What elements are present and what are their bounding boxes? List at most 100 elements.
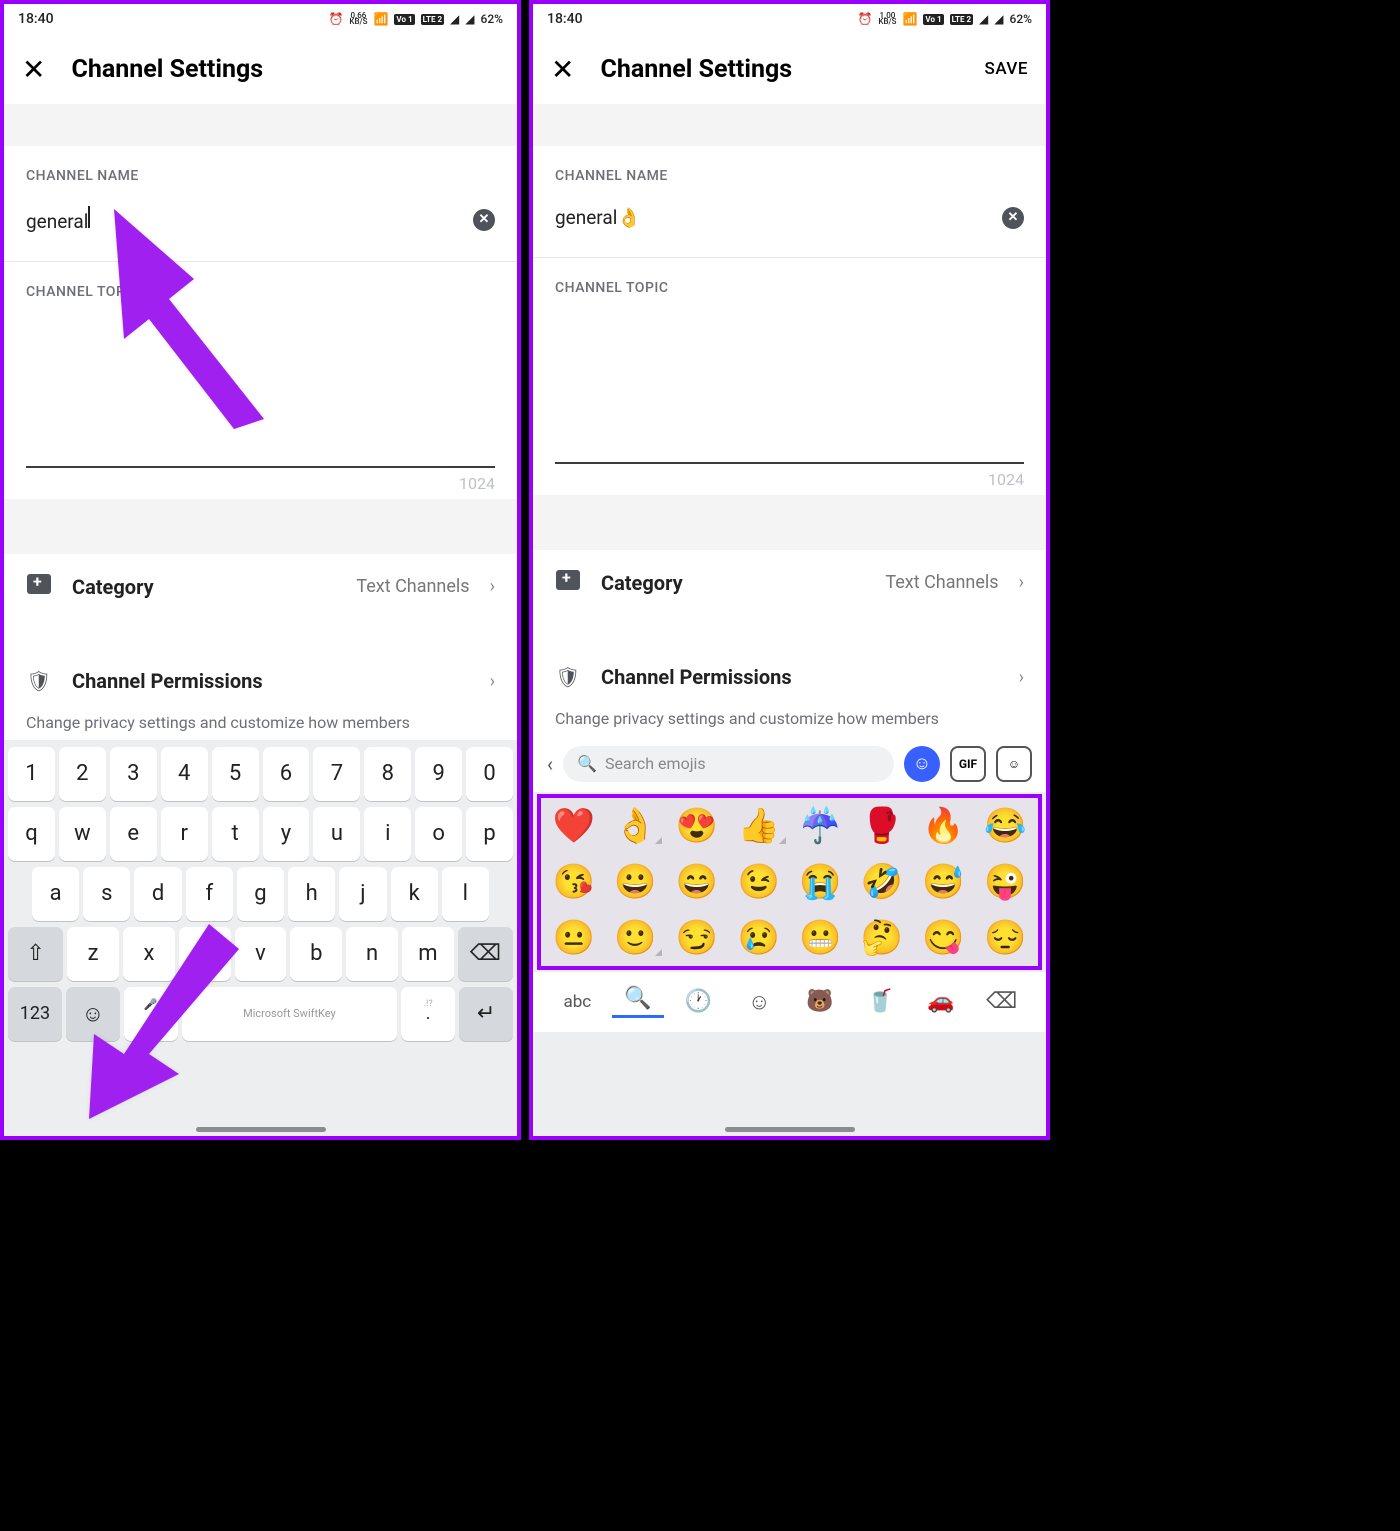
key-l[interactable]: l xyxy=(442,867,489,921)
key-3[interactable]: 3 xyxy=(110,747,157,801)
emoji-10[interactable]: 😄 xyxy=(668,862,726,902)
emoji-15[interactable]: 😜 xyxy=(976,862,1034,902)
spacebar-key[interactable]: Microsoft SwiftKey xyxy=(182,987,398,1041)
emoji-tab-smiley[interactable]: ☺ xyxy=(904,746,940,782)
emoji-13[interactable]: 🤣 xyxy=(853,862,911,902)
emoji-0[interactable]: ❤️ xyxy=(545,806,603,846)
key-5[interactable]: 5 xyxy=(212,747,259,801)
channel-name-input[interactable]: general xyxy=(26,206,463,233)
key-b[interactable]: b xyxy=(290,927,342,981)
nav-handle[interactable] xyxy=(196,1127,326,1132)
emoji-key[interactable]: ☺ xyxy=(66,987,120,1041)
emoji-2[interactable]: 😍 xyxy=(668,806,726,846)
key-u[interactable]: u xyxy=(313,807,360,861)
key-x[interactable]: x xyxy=(123,927,175,981)
key-z[interactable]: z xyxy=(67,927,119,981)
emoji-23[interactable]: 😔 xyxy=(976,918,1034,958)
channel-name-input[interactable]: general👌 xyxy=(555,206,992,229)
permissions-row[interactable]: 🛡 Channel Permissions › xyxy=(533,645,1046,709)
key-q[interactable]: q xyxy=(8,807,55,861)
key-a[interactable]: a xyxy=(32,867,79,921)
key-h[interactable]: h xyxy=(288,867,335,921)
gif-tab[interactable]: GIF xyxy=(950,746,986,782)
key-m[interactable]: m xyxy=(402,927,454,981)
key-f[interactable]: f xyxy=(186,867,233,921)
emoji-20[interactable]: 😬 xyxy=(792,918,850,958)
emoji-21[interactable]: 🤔 xyxy=(853,918,911,958)
clear-icon[interactable]: ✕ xyxy=(1002,207,1024,229)
key-j[interactable]: j xyxy=(339,867,386,921)
key-n[interactable]: n xyxy=(346,927,398,981)
search-cat-icon[interactable]: 🔍 xyxy=(612,986,665,1018)
close-icon[interactable]: ✕ xyxy=(551,53,574,86)
emoji-18[interactable]: 😏 xyxy=(668,918,726,958)
signal-icon: ◢ xyxy=(450,12,459,26)
save-button[interactable]: SAVE xyxy=(985,59,1028,79)
backspace-icon[interactable]: ⌫ xyxy=(975,989,1028,1014)
emoji-12[interactable]: 😭 xyxy=(792,862,850,902)
key-e[interactable]: e xyxy=(110,807,157,861)
category-row[interactable]: Category Text Channels › xyxy=(4,554,517,619)
animal-cat-icon[interactable]: 🐻 xyxy=(794,989,847,1014)
key-s[interactable]: s xyxy=(83,867,130,921)
permissions-subtext: Change privacy settings and customize ho… xyxy=(4,713,517,740)
key-2[interactable]: 2 xyxy=(59,747,106,801)
key-4[interactable]: 4 xyxy=(161,747,208,801)
recent-cat-icon[interactable]: 🕐 xyxy=(672,989,725,1014)
emoji-back-icon[interactable]: ‹ xyxy=(547,752,553,776)
key-k[interactable]: k xyxy=(391,867,438,921)
emoji-9[interactable]: 😀 xyxy=(607,862,665,902)
sticker-tab[interactable]: ☺ xyxy=(996,746,1032,782)
permissions-row[interactable]: 🛡 Channel Permissions › xyxy=(4,649,517,713)
key-p[interactable]: p xyxy=(466,807,513,861)
travel-cat-icon[interactable]: 🚗 xyxy=(915,989,968,1014)
emoji-search-input[interactable]: 🔍 Search emojis xyxy=(563,746,894,782)
channel-topic-input[interactable] xyxy=(555,304,1024,464)
smiley-cat-icon[interactable]: ☺ xyxy=(733,989,786,1015)
clear-icon[interactable]: ✕ xyxy=(473,209,495,231)
channel-topic-input[interactable] xyxy=(26,308,495,468)
key-1[interactable]: 1 xyxy=(8,747,55,801)
emoji-14[interactable]: 😅 xyxy=(915,862,973,902)
emoji-6[interactable]: 🔥 xyxy=(915,806,973,846)
emoji-8[interactable]: 😘 xyxy=(545,862,603,902)
emoji-17[interactable]: 🙂 xyxy=(607,918,665,958)
key-c[interactable]: c xyxy=(179,927,231,981)
emoji-11[interactable]: 😉 xyxy=(730,862,788,902)
key-w[interactable]: w xyxy=(59,807,106,861)
category-row[interactable]: Category Text Channels › xyxy=(533,550,1046,615)
emoji-16[interactable]: 😐 xyxy=(545,918,603,958)
backspace-key[interactable]: ⌫ xyxy=(458,927,513,981)
emoji-1[interactable]: 👌 xyxy=(607,806,665,846)
close-icon[interactable]: ✕ xyxy=(22,53,45,86)
period-key[interactable]: .!?. xyxy=(401,987,455,1041)
key-g[interactable]: g xyxy=(237,867,284,921)
emoji-4[interactable]: ☔ xyxy=(792,806,850,846)
abc-button[interactable]: abc xyxy=(551,992,604,1012)
key-r[interactable]: r xyxy=(161,807,208,861)
comma-key[interactable]: 🎤, xyxy=(124,987,178,1041)
key-0[interactable]: 0 xyxy=(466,747,513,801)
key-o[interactable]: o xyxy=(415,807,462,861)
emoji-22[interactable]: 😋 xyxy=(915,918,973,958)
key-d[interactable]: d xyxy=(134,867,181,921)
emoji-7[interactable]: 😂 xyxy=(976,806,1034,846)
emoji-5[interactable]: 🥊 xyxy=(853,806,911,846)
key-8[interactable]: 8 xyxy=(364,747,411,801)
shift-key[interactable]: ⇧ xyxy=(8,927,63,981)
key-y[interactable]: y xyxy=(263,807,310,861)
key-v[interactable]: v xyxy=(235,927,287,981)
key-6[interactable]: 6 xyxy=(263,747,310,801)
emoji-keyboard[interactable]: ‹ 🔍 Search emojis ☺ GIF ☺ ❤️👌😍👍☔🥊🔥😂 😘😀😄😉😭… xyxy=(533,736,1046,1136)
key-9[interactable]: 9 xyxy=(415,747,462,801)
enter-key[interactable]: ↵ xyxy=(459,987,513,1041)
soft-keyboard[interactable]: 1234567890 qwertyuiop asdfghjkl ⇧ zxcvbn… xyxy=(4,740,517,1136)
key-i[interactable]: i xyxy=(364,807,411,861)
food-cat-icon[interactable]: 🥤 xyxy=(854,989,907,1014)
emoji-3[interactable]: 👍 xyxy=(730,806,788,846)
key-t[interactable]: t xyxy=(212,807,259,861)
emoji-19[interactable]: 😢 xyxy=(730,918,788,958)
numeric-key[interactable]: 123 xyxy=(8,987,62,1041)
nav-handle[interactable] xyxy=(725,1127,855,1132)
key-7[interactable]: 7 xyxy=(313,747,360,801)
